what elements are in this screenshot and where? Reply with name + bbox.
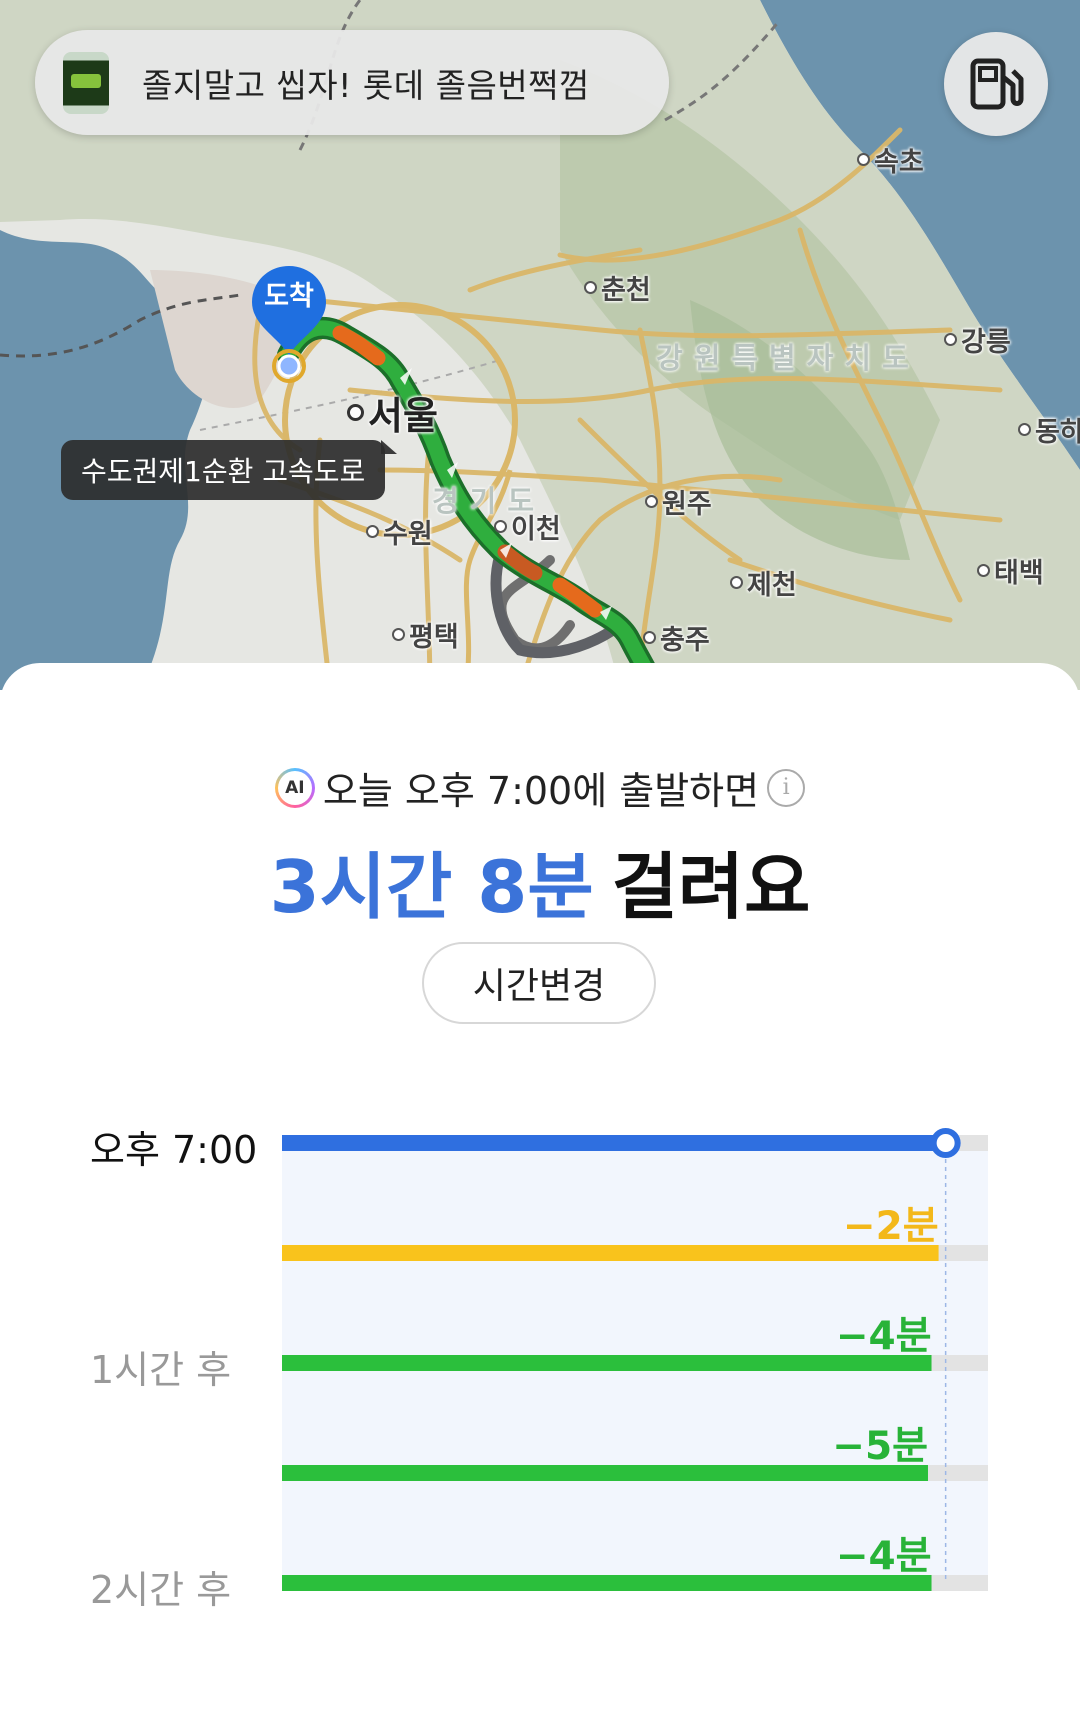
city-label: 이천 [494,507,561,546]
travel-duration: 3시간 8분 걸려요 [0,828,1080,933]
duration-bar [282,1355,932,1371]
city-label: 수원 [366,512,433,551]
time-row-label: 1시간 후 [90,1348,232,1392]
destination-pin[interactable]: 도착 [250,264,328,384]
city-label: 충주 [643,618,710,657]
time-difference-label: −4분 [835,1314,932,1359]
time-difference-label: −4분 [835,1534,932,1579]
ai-badge-icon: AI [274,767,315,808]
selected-time-handle [930,1128,961,1158]
duration-value: 3시간 8분 [269,845,594,929]
city-label: 강릉 [944,320,1011,359]
duration-bar [282,1245,939,1261]
ad-banner[interactable]: 졸지말고 씹자! 롯데 졸음번쩍껌 [35,30,669,135]
route-map[interactable]: 강원특별자치도 경기도 속초 춘천 강릉 서울 동하 원주 수원 이천 제천 태… [0,0,1080,690]
road-name-tag: 수도권제1순환 고속도로 [61,440,398,500]
duration-bar [282,1575,932,1591]
gas-station-button[interactable] [944,32,1048,136]
time-difference-label: −2분 [842,1204,939,1249]
gas-station-icon [970,58,1024,110]
time-row-label[interactable]: 오후 7:00 [90,1119,257,1174]
info-icon[interactable]: i [767,768,806,807]
city-label: 서울 [347,385,438,440]
city-label: 태백 [977,551,1044,590]
duration-bar [282,1465,928,1481]
change-time-button[interactable]: 시간변경 [422,942,656,1024]
time-difference-label: −5분 [832,1424,928,1469]
duration-bar [282,1135,946,1151]
tag-pointer [381,440,398,454]
region-label: 강원특별자치도 [656,341,920,375]
duration-suffix: 걸려요 [611,845,811,929]
city-label: 평택 [392,615,459,654]
city-label: 제천 [730,563,797,602]
destination-label: 도착 [264,281,314,312]
city-label: 속초 [857,140,924,179]
city-label: 동하 [1018,410,1080,449]
departure-time-chart: 오후 7:00 1시간 후 2시간 후 −2분 −4분 −5분 −4분 [0,1100,1080,1620]
city-label: 원주 [645,482,712,521]
time-row-label: 2시간 후 [90,1568,232,1612]
gum-product-icon [63,51,109,114]
road-name-label: 수도권제1순환 고속도로 [81,455,366,488]
prediction-text: 오늘 오후 7:00에 출발하면 [322,769,760,813]
city-label: 춘천 [584,268,651,307]
departure-prediction: AI 오늘 오후 7:00에 출발하면 i [0,760,1080,815]
ad-text: 졸지말고 씹자! 롯데 졸음번쩍껌 [142,65,590,105]
